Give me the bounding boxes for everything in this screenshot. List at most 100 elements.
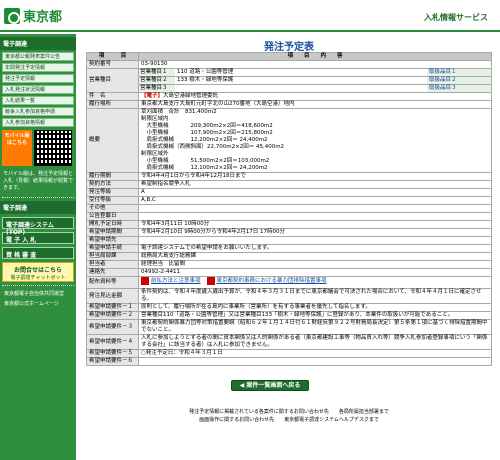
- row-value: ○発注予定日：令和４年３月１日: [138, 349, 492, 358]
- attachment-link[interactable]: 前払方法と注意事項: [141, 277, 201, 285]
- table-row: 履行期間 令和4年4月1日から令和4年12月18日まで: [86, 172, 492, 181]
- row-value: 04992-2-4411: [138, 268, 492, 277]
- row-value-text: 原則として、履行場所が在る島内に事業所（営業所）を有する事業者を優先して指名しま…: [141, 304, 371, 310]
- sidebar-link-koho[interactable]: 東京都公報発表案件公告: [2, 52, 74, 61]
- row-label: 営業種目: [86, 68, 139, 93]
- service-title: 入札情報サービス: [424, 13, 488, 22]
- sidebar-divider-2: [2, 285, 74, 286]
- row-label: 希望申請要件－１: [86, 303, 139, 312]
- category-label: 営業種目２: [139, 77, 175, 84]
- table-row: 希望申請要件－５ ○発注予定日：令和４年３月１日: [86, 349, 492, 358]
- mobile-note: モバイル版は、発注予定情報と入札（見積）結果情報が閲覧できます。: [3, 171, 74, 191]
- row-label: 履行場所: [86, 100, 139, 109]
- row-value-text: 令和4年3月11日 10時00分: [141, 221, 210, 227]
- row-value: [138, 204, 492, 213]
- row-value: 前払方法と注意事項 東京都契約事務における暴力団排除措置事項: [138, 276, 492, 289]
- sidebar-link-annual-plan[interactable]: 年間発注予定情報: [2, 63, 74, 72]
- table-row: 営業種目 営業種目１ 110 道路・公園等管理 取扱品目１ 営業種目２ 133 樹木・緑地…: [86, 68, 492, 93]
- row-label: 配布資料等: [86, 276, 139, 289]
- attachment-link[interactable]: 東京都契約事務における暴力団排除措置事項: [206, 277, 327, 285]
- table-row: 契約番号 03-90130: [86, 60, 492, 69]
- main-content: 発注予定表 項 目 項 目 内 容 契約番号 03-90130 営業種目 営業種目１ 1…: [86, 38, 492, 391]
- handling-items-link[interactable]: 取扱品目１: [427, 69, 491, 76]
- row-value-text: 04992-2-4411: [141, 269, 180, 275]
- row-value: 【電子】大島空港緑地管理委託: [138, 92, 492, 101]
- row-label: 連絡先: [86, 268, 139, 277]
- category-value: 133 樹木・緑地等保護: [177, 77, 234, 83]
- table-row: 公告登載日: [86, 212, 492, 221]
- row-value: 総務局大島支庁総務課: [138, 252, 492, 261]
- qr-code-icon: [34, 130, 72, 166]
- row-value-text: 入札に参加しようとする者の間に資本関係又は人的関係がある者（東京都建設工事等（物…: [141, 335, 488, 348]
- row-value-text: 東京都大島支庁大島町元町字北の山270番地（大島空港）地内: [141, 101, 295, 107]
- table-row: 希望申請期間 令和4年2月10日 9時00分から令和4年2月17日 17時00分: [86, 228, 492, 237]
- column-header-content: 項 目 内 容: [138, 52, 492, 61]
- table-row: 件 名【電子】大島空港緑地管理委託: [86, 92, 492, 101]
- tokyo-logo[interactable]: 東京都: [4, 6, 62, 25]
- back-to-list-button[interactable]: ◀ 案件一覧画面へ戻る: [231, 380, 309, 391]
- row-value: [138, 236, 492, 245]
- table-row: 配布資料等 前払方法と注意事項 東京都契約事務における暴力団排除措置事項: [86, 276, 492, 289]
- handling-items-link[interactable]: 取扱品目３: [427, 85, 491, 92]
- footer: 発注予定情報に掲載されている各案件に関するお問い合わせ先 各局所属担当部署まで …: [86, 408, 492, 424]
- table-row: 受付等級 A,B,C: [86, 196, 492, 205]
- sidebar-section-title: 電子調達: [0, 37, 76, 50]
- sidebar-button-qualification[interactable]: 資 格 審 査: [2, 247, 74, 259]
- sidebar-button-system-top[interactable]: 電子調達システム(TOP): [2, 217, 74, 236]
- table-row: 担当局部課 総務局大島支庁総務課: [86, 252, 492, 261]
- table-row: その他: [86, 204, 492, 213]
- row-value-text: 条件契約は、令和４年度歳入歳出予算が、令和４年３月３１日までに東京都議会で可決さ…: [141, 289, 482, 302]
- sidebar-link-order-status[interactable]: 入札発注状況情報: [2, 85, 74, 94]
- row-label: 希望申請期間: [86, 228, 139, 237]
- column-header-item: 項 目: [86, 52, 139, 61]
- logo-text: 東京都: [23, 10, 63, 25]
- row-value: 経理担当 比留間: [138, 260, 492, 269]
- row-label: 担当局部課: [86, 252, 139, 261]
- table-row: 希望申請要件－４ 入札に参加しようとする者の間に資本関係又は人的関係がある者（東京…: [86, 334, 492, 350]
- sidebar-link-qualification-apply[interactable]: 競争入札参加資格申請: [2, 107, 74, 116]
- sidebar-link-joint-operation[interactable]: 東京都電子自治体共同運営: [2, 289, 74, 298]
- sidebar-divider: [2, 197, 74, 198]
- row-value-text: ○発注予定日：令和４年３月１日: [141, 350, 223, 356]
- attachment-label: 東京都契約事務における暴力団排除措置事項: [216, 277, 327, 284]
- row-value: 入札に参加しようとする者の間に資本関係又は人的関係がある者（東京都建設工事等（物…: [138, 334, 492, 350]
- table-row: 希望申請手続 電子調達システムでの希望申請をお願いいたします。: [86, 244, 492, 253]
- row-value: 条件契約は、令和４年度歳入歳出予算が、令和４年３月３１日までに東京都議会で可決さ…: [138, 288, 492, 304]
- row-value: [138, 212, 492, 221]
- handling-items-link[interactable]: 取扱品目２: [427, 77, 491, 84]
- row-value-text: 草刈面積 合計 831,400m2 制限区域内 大型機械 209,300m2×2…: [141, 109, 285, 171]
- row-value-text: 東京都契約関係暴力団等対策措置要綱（昭和６２年１月１４日付６１財経庶第９２２号財…: [141, 320, 488, 333]
- table-row: 希望申請要件－２ 営業種目110「道路・公園等管理」又は営業種目133「樹木・緑地…: [86, 311, 492, 320]
- row-label: 受付等級: [86, 196, 139, 205]
- row-value: [138, 357, 492, 366]
- row-label: 契約番号: [86, 60, 139, 69]
- row-value-text: 経理担当 比留間: [141, 261, 186, 267]
- row-label: 希望申請要件－６: [86, 357, 139, 366]
- detail-table: 項 目 項 目 内 容 契約番号 03-90130 営業種目 営業種目１ 110 道路・…: [86, 52, 492, 366]
- mobile-label: モバイル版 はこちら: [2, 130, 32, 166]
- table-row: 発注見込金額 条件契約は、令和４年度歳入歳出予算が、令和４年３月３１日までに東京都…: [86, 288, 492, 304]
- category-value: 110 道路・公園等管理: [177, 69, 234, 75]
- row-value: 東京都大島支庁大島町元町字北の山270番地（大島空港）地内: [138, 100, 492, 109]
- mobile-banner[interactable]: モバイル版 はこちら: [2, 130, 74, 166]
- table-row: 連絡先 04992-2-4411: [86, 268, 492, 277]
- row-value: 原則として、履行場所が在る島内に事業所（営業所）を有する事業者を優先して指名しま…: [138, 303, 492, 312]
- row-label: 履行期間: [86, 172, 139, 181]
- row-value-text: 令和4年2月10日 9時00分から令和4年2月17日 17時00分: [141, 229, 285, 235]
- row-value: 営業種目110「道路・公園等管理」又は営業種目133「樹木・緑地等保護」に登録が…: [138, 311, 492, 320]
- sidebar-link-qualification-info[interactable]: 入札参加資格情報: [2, 118, 74, 127]
- row-value: 営業種目１ 110 道路・公園等管理 取扱品目１ 営業種目２ 133 樹木・緑地等保護取…: [138, 68, 492, 93]
- row-value: 草刈面積 合計 831,400m2 制限区域内 大型機械 209,300m2×2…: [138, 108, 492, 173]
- sidebar: 電子調達 東京都公報発表案件公告 年間発注予定情報 発注予定情報 入札発注状況情…: [0, 34, 76, 460]
- sidebar-link-official-site[interactable]: 東京都公式ホームページ: [2, 299, 74, 308]
- site-header: 東京都 入札情報サービス: [0, 0, 500, 32]
- sidebar-link-results[interactable]: 入札結果一覧: [2, 96, 74, 105]
- row-value-text: 大島空港緑地管理委託: [163, 93, 219, 99]
- category-value: [175, 85, 427, 92]
- row-label: 希望申請要件－２: [86, 311, 139, 320]
- chatbot-banner[interactable]: お問合せはこちら 電子調達チャットボット: [2, 262, 74, 282]
- category-label: 営業種目３: [139, 85, 175, 92]
- table-row: 概要 草刈面積 合計 831,400m2 制限区域内 大型機械 209,300m2…: [86, 108, 492, 173]
- sidebar-link-order-plan[interactable]: 発注予定情報: [2, 74, 74, 83]
- row-label: 担当者: [86, 260, 139, 269]
